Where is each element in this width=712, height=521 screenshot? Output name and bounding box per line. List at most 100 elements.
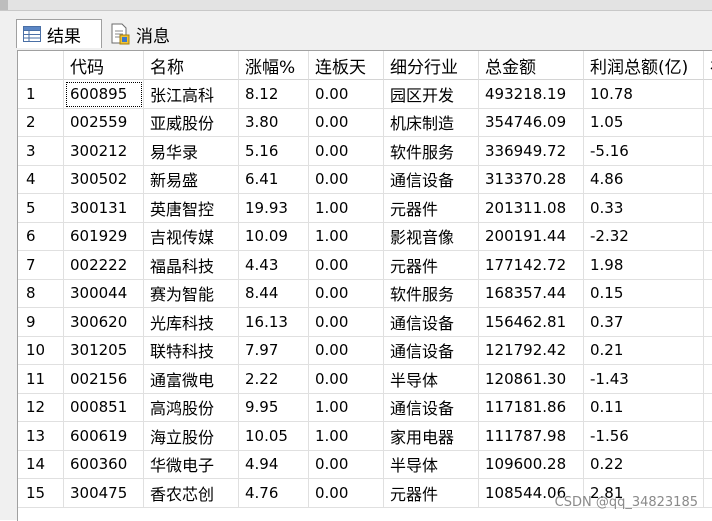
table-cell[interactable]: 109600.28 <box>479 450 584 479</box>
table-cell[interactable]: 1.00 <box>309 194 384 223</box>
table-cell[interactable]: 0.21 <box>584 336 704 365</box>
table-cell[interactable]: 6.41 <box>239 165 309 194</box>
table-cell[interactable]: 1.98 <box>584 251 704 280</box>
table-cell[interactable]: 7.97 <box>239 336 309 365</box>
table-cell[interactable]: 半导体 <box>384 365 479 394</box>
table-cell[interactable]: 121792.42 <box>479 336 584 365</box>
table-cell[interactable]: 002156 <box>64 365 144 394</box>
table-cell[interactable]: 0.37 <box>584 308 704 337</box>
row-header[interactable]: 13 <box>18 422 64 451</box>
table-cell[interactable]: 1.00 <box>309 222 384 251</box>
table-cell[interactable]: 1.00 <box>309 422 384 451</box>
table-cell[interactable]: 600619 <box>64 422 144 451</box>
table-cell[interactable]: 影视音像 <box>384 222 479 251</box>
table-cell[interactable]: 亚威股份 <box>144 108 239 137</box>
table-cell[interactable]: 2.22 <box>239 365 309 394</box>
table-cell[interactable]: 300620 <box>64 308 144 337</box>
table-cell[interactable]: 300212 <box>64 137 144 166</box>
table-cell[interactable]: 5.16 <box>239 137 309 166</box>
table-cell[interactable]: 4.43 <box>239 251 309 280</box>
table-cell[interactable]: 0.00 <box>309 479 384 508</box>
table-cell[interactable]: 168357.44 <box>479 279 584 308</box>
table-cell[interactable]: 493218.19 <box>479 80 584 109</box>
row-header[interactable]: 9 <box>18 308 64 337</box>
row-header[interactable]: 12 <box>18 393 64 422</box>
table-cell[interactable]: -2.32 <box>584 222 704 251</box>
table-cell[interactable]: 软件服务 <box>384 279 479 308</box>
table-cell[interactable]: 354746.09 <box>479 108 584 137</box>
table-cell[interactable]: 600360 <box>64 450 144 479</box>
table-cell[interactable]: 华微电子 <box>144 450 239 479</box>
row-header[interactable]: 11 <box>18 365 64 394</box>
table-cell[interactable]: 1.00 <box>309 393 384 422</box>
table-cell[interactable]: 元器件 <box>384 194 479 223</box>
table-cell[interactable]: 313370.28 <box>479 165 584 194</box>
table-cell[interactable] <box>704 394 712 422</box>
table-cell[interactable]: 机床制造 <box>384 108 479 137</box>
table-cell[interactable]: 4.86 <box>584 165 704 194</box>
row-header[interactable]: 14 <box>18 450 64 479</box>
table-cell[interactable]: 156462.81 <box>479 308 584 337</box>
table-cell[interactable]: -5.16 <box>584 137 704 166</box>
table-cell[interactable] <box>704 479 712 508</box>
table-cell[interactable]: 002559 <box>64 108 144 137</box>
table-cell[interactable]: 0.22 <box>584 450 704 479</box>
table-cell[interactable]: -1.43 <box>584 365 704 394</box>
column-header[interactable]: 细分行业 <box>384 51 479 80</box>
column-header[interactable]: 利润总额(亿) <box>584 51 704 80</box>
table-cell[interactable]: 9.95 <box>239 393 309 422</box>
row-header[interactable]: 2 <box>18 108 64 137</box>
column-header-corner[interactable] <box>18 51 64 80</box>
table-cell[interactable]: 吉视传媒 <box>144 222 239 251</box>
table-cell[interactable]: 601929 <box>64 222 144 251</box>
table-cell[interactable]: 香农芯创 <box>144 479 239 508</box>
table-cell[interactable]: 光库科技 <box>144 308 239 337</box>
column-header[interactable]: 礼 <box>704 51 712 80</box>
table-cell[interactable]: 易华录 <box>144 137 239 166</box>
table-cell[interactable] <box>704 137 712 166</box>
table-cell[interactable]: 120861.30 <box>479 365 584 394</box>
table-cell[interactable] <box>704 251 712 280</box>
table-cell[interactable]: 10.78 <box>584 80 704 109</box>
table-cell[interactable]: 高鸿股份 <box>144 393 239 422</box>
table-cell[interactable]: 10.05 <box>239 422 309 451</box>
tab-messages[interactable]: 消息 <box>106 21 186 47</box>
tab-results[interactable]: 结果 <box>16 19 102 48</box>
column-header[interactable]: 代码 <box>64 51 144 80</box>
table-cell[interactable]: 600895 <box>64 80 144 109</box>
table-cell[interactable]: 301205 <box>64 336 144 365</box>
table-cell[interactable]: 0.00 <box>309 137 384 166</box>
table-cell[interactable]: 0.33 <box>584 194 704 223</box>
row-header[interactable]: 5 <box>18 194 64 223</box>
column-header[interactable]: 名称 <box>144 51 239 80</box>
table-cell[interactable]: 0.00 <box>309 450 384 479</box>
table-cell[interactable] <box>704 109 712 137</box>
table-cell[interactable]: 0.15 <box>584 279 704 308</box>
table-cell[interactable]: 4.94 <box>239 450 309 479</box>
column-header[interactable]: 总金额 <box>479 51 584 80</box>
row-header[interactable]: 8 <box>18 279 64 308</box>
table-cell[interactable]: 000851 <box>64 393 144 422</box>
table-cell[interactable]: 0.00 <box>309 308 384 337</box>
table-cell[interactable]: 16.13 <box>239 308 309 337</box>
table-cell[interactable] <box>704 280 712 308</box>
table-cell[interactable]: 联特科技 <box>144 336 239 365</box>
table-cell[interactable]: 通信设备 <box>384 308 479 337</box>
table-cell[interactable]: 通信设备 <box>384 393 479 422</box>
table-cell[interactable] <box>704 451 712 479</box>
row-header[interactable]: 15 <box>18 479 64 508</box>
row-header[interactable]: 6 <box>18 222 64 251</box>
table-cell[interactable]: 通信设备 <box>384 165 479 194</box>
table-cell[interactable]: 200191.44 <box>479 222 584 251</box>
table-cell[interactable]: 0.00 <box>309 165 384 194</box>
table-cell[interactable]: 0.00 <box>309 336 384 365</box>
table-cell[interactable]: 园区开发 <box>384 80 479 109</box>
row-header[interactable]: 7 <box>18 251 64 280</box>
table-cell[interactable]: 0.00 <box>309 80 384 109</box>
table-cell[interactable]: 元器件 <box>384 251 479 280</box>
table-cell[interactable]: 半导体 <box>384 450 479 479</box>
column-header[interactable]: 连板天 <box>309 51 384 80</box>
table-cell[interactable]: 300044 <box>64 279 144 308</box>
row-header[interactable]: 4 <box>18 165 64 194</box>
table-cell[interactable]: 300502 <box>64 165 144 194</box>
